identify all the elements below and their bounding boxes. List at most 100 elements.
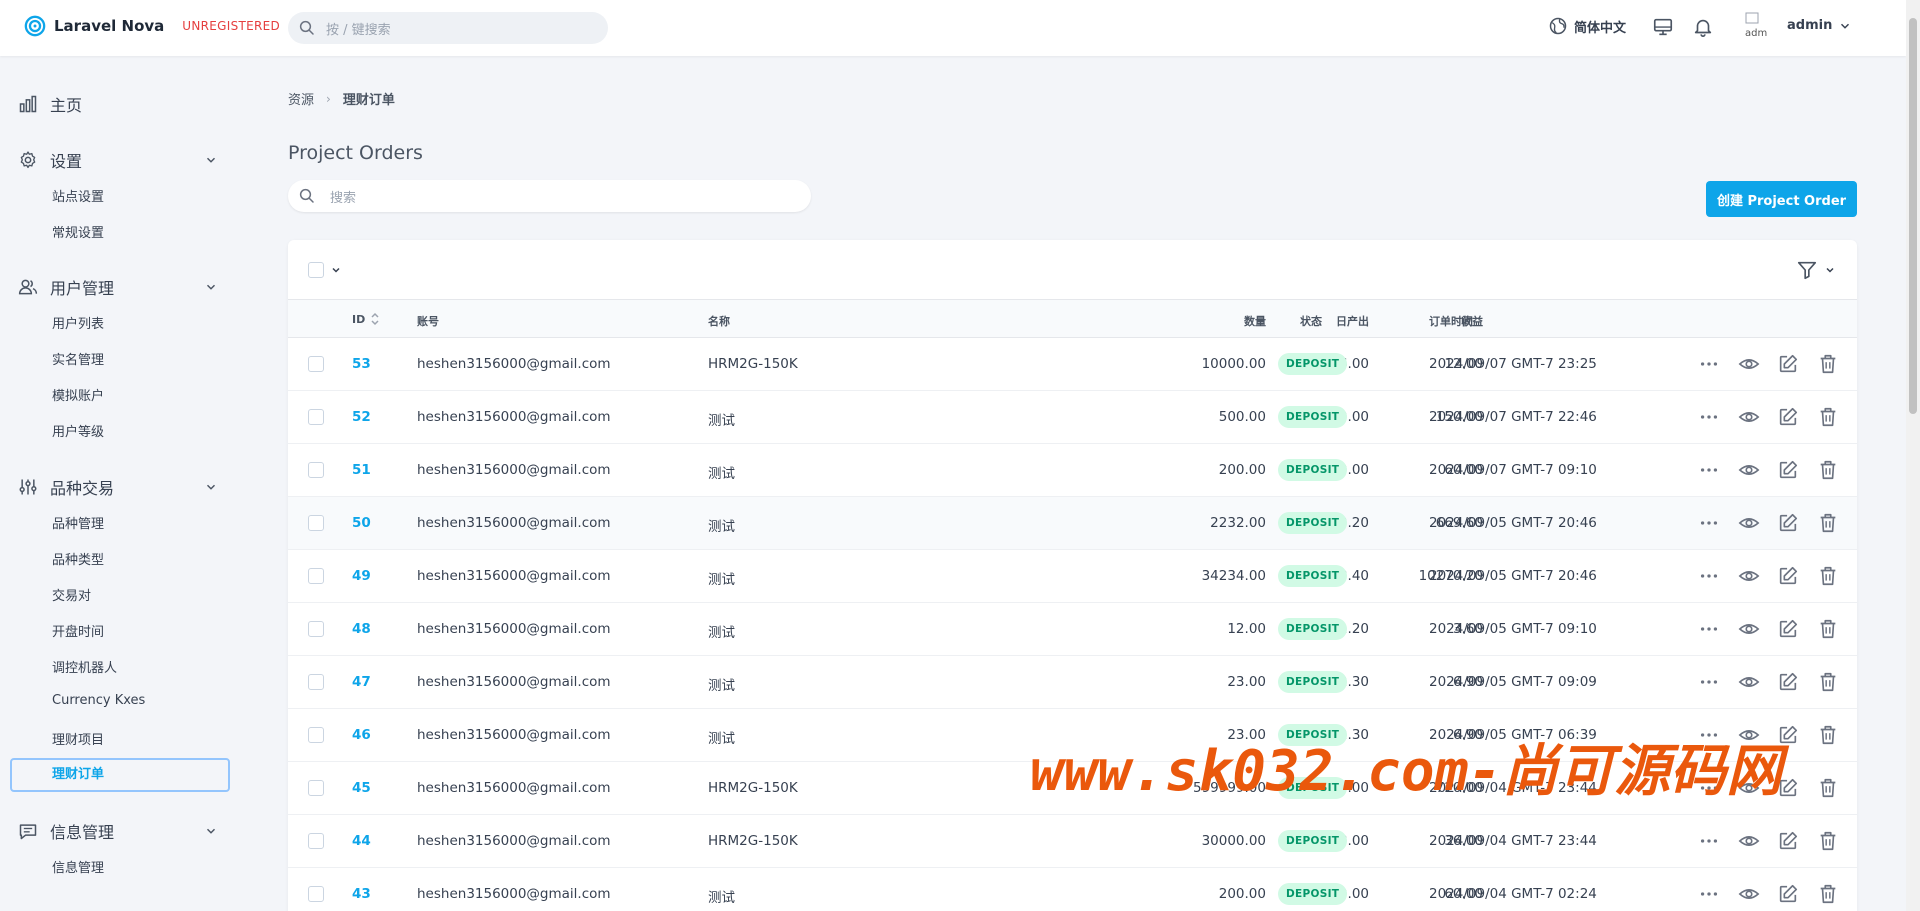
row-checkbox[interactable]	[308, 780, 324, 796]
delete-icon[interactable]	[1817, 830, 1839, 852]
more-actions-icon[interactable]	[1698, 565, 1720, 587]
view-icon[interactable]	[1738, 883, 1760, 905]
sidebar-item-general-settings[interactable]: 常规设置	[52, 222, 104, 241]
sidebar-group-messages[interactable]: 信息管理	[18, 819, 114, 843]
sidebar-item-real-name[interactable]: 实名管理	[52, 349, 104, 368]
delete-icon[interactable]	[1817, 724, 1839, 746]
sidebar-item-products[interactable]: 品种管理	[52, 513, 104, 532]
edit-icon[interactable]	[1777, 406, 1799, 428]
sidebar-item-trading-pairs[interactable]: 交易对	[52, 585, 91, 604]
delete-icon[interactable]	[1817, 883, 1839, 905]
row-checkbox[interactable]	[308, 409, 324, 425]
select-all-checkbox[interactable]	[308, 262, 324, 278]
delete-icon[interactable]	[1817, 459, 1839, 481]
global-search-input[interactable]: 按 / 键搜索	[288, 12, 608, 44]
sidebar-item-finance-projects[interactable]: 理财项目	[52, 729, 104, 748]
sidebar-group-settings[interactable]: 设置	[18, 148, 82, 172]
table-row[interactable]: 43 heshen3156000@gmail.com 测试 200.00 20.00 60…	[288, 868, 1857, 911]
edit-icon[interactable]	[1777, 830, 1799, 852]
filter-icon[interactable]	[1796, 259, 1818, 281]
user-menu[interactable]: admin	[1787, 18, 1852, 33]
table-row[interactable]: 53 heshen3156000@gmail.com HRM2G-150K 10000…	[288, 338, 1857, 391]
more-actions-icon[interactable]	[1698, 353, 1720, 375]
row-id-link[interactable]: 51	[352, 462, 371, 478]
edit-icon[interactable]	[1777, 883, 1799, 905]
more-actions-icon[interactable]	[1698, 512, 1720, 534]
view-icon[interactable]	[1738, 459, 1760, 481]
table-row[interactable]: 49heshen3156000@gmail.com测试34234.003423.…	[288, 550, 1857, 603]
row-checkbox[interactable]	[308, 568, 324, 584]
chevron-down-icon[interactable]	[204, 480, 218, 494]
sidebar-item-messages[interactable]: 信息管理	[52, 857, 104, 876]
sort-icon[interactable]	[370, 312, 380, 326]
sidebar-item-site-settings[interactable]: 站点设置	[52, 186, 104, 205]
table-row[interactable]: 51 heshen3156000@gmail.com 测试 200.00 20.00 60…	[288, 444, 1857, 497]
row-checkbox[interactable]	[308, 356, 324, 372]
sidebar-item-finance-orders[interactable]: 理财订单	[10, 758, 230, 792]
edit-icon[interactable]	[1777, 512, 1799, 534]
view-icon[interactable]	[1738, 406, 1760, 428]
table-row[interactable]: 47 heshen3156000@gmail.com 测试 23.00 2.30 6.90…	[288, 656, 1857, 709]
row-id-link[interactable]: 53	[352, 356, 371, 372]
edit-icon[interactable]	[1777, 565, 1799, 587]
chevron-down-icon[interactable]	[204, 153, 218, 167]
more-actions-icon[interactable]	[1698, 830, 1720, 852]
more-actions-icon[interactable]	[1698, 883, 1720, 905]
more-actions-icon[interactable]	[1698, 671, 1720, 693]
row-checkbox[interactable]	[308, 674, 324, 690]
edit-icon[interactable]	[1777, 459, 1799, 481]
view-icon[interactable]	[1738, 830, 1760, 852]
row-checkbox[interactable]	[308, 621, 324, 637]
more-actions-icon[interactable]	[1698, 459, 1720, 481]
row-id-link[interactable]: 46	[352, 727, 371, 743]
table-row[interactable]: 44 heshen3156000@gmail.com HRM2G-150K 30000…	[288, 815, 1857, 868]
view-icon[interactable]	[1738, 618, 1760, 640]
row-checkbox[interactable]	[308, 462, 324, 478]
edit-icon[interactable]	[1777, 618, 1799, 640]
column-header-id[interactable]: ID	[352, 313, 365, 326]
table-row[interactable]: 50heshen3156000@gmail.com测试2232.00223.20…	[288, 497, 1857, 550]
row-id-link[interactable]: 52	[352, 409, 371, 425]
more-actions-icon[interactable]	[1698, 406, 1720, 428]
delete-icon[interactable]	[1817, 565, 1839, 587]
row-id-link[interactable]: 44	[352, 833, 371, 849]
row-checkbox[interactable]	[308, 886, 324, 902]
bell-icon[interactable]	[1692, 16, 1714, 38]
scrollbar-thumb[interactable]	[1909, 18, 1917, 414]
row-id-link[interactable]: 48	[352, 621, 371, 637]
more-actions-icon[interactable]	[1698, 618, 1720, 640]
row-id-link[interactable]: 47	[352, 674, 371, 690]
chevron-down-icon[interactable]	[1824, 264, 1836, 276]
row-checkbox[interactable]	[308, 833, 324, 849]
sidebar-item-control-robot[interactable]: 调控机器人	[52, 657, 117, 676]
brand[interactable]: Laravel Nova UNREGISTERED	[24, 15, 280, 37]
resource-search-input[interactable]: 搜索	[288, 180, 811, 212]
monitor-icon[interactable]	[1652, 16, 1674, 38]
sidebar-item-currency-kxes[interactable]: Currency Kxes	[52, 693, 145, 708]
row-id-link[interactable]: 45	[352, 780, 371, 796]
row-checkbox[interactable]	[308, 727, 324, 743]
delete-icon[interactable]	[1817, 406, 1839, 428]
view-icon[interactable]	[1738, 671, 1760, 693]
delete-icon[interactable]	[1817, 671, 1839, 693]
sidebar-item-open-time[interactable]: 开盘时间	[52, 621, 104, 640]
chevron-down-icon[interactable]	[330, 264, 342, 276]
delete-icon[interactable]	[1817, 618, 1839, 640]
page-scrollbar[interactable]	[1906, 0, 1920, 911]
delete-icon[interactable]	[1817, 353, 1839, 375]
sidebar-item-user-list[interactable]: 用户列表	[52, 313, 104, 332]
sidebar-group-users[interactable]: 用户管理	[18, 275, 114, 299]
view-icon[interactable]	[1738, 565, 1760, 587]
avatar[interactable]: adm	[1745, 12, 1773, 44]
table-row[interactable]: 48 heshen3156000@gmail.com 测试 12.00 1.20 3.60…	[288, 603, 1857, 656]
sidebar-item-product-types[interactable]: 品种类型	[52, 549, 104, 568]
row-id-link[interactable]: 49	[352, 568, 371, 584]
sidebar-group-trading[interactable]: 品种交易	[18, 475, 114, 499]
sidebar-item-demo-accounts[interactable]: 模拟账户	[52, 385, 104, 404]
row-id-link[interactable]: 43	[352, 886, 371, 902]
breadcrumb-root[interactable]: 资源	[288, 89, 314, 108]
view-icon[interactable]	[1738, 353, 1760, 375]
sidebar-item-home[interactable]: 主页	[18, 92, 82, 116]
chevron-down-icon[interactable]	[204, 280, 218, 294]
view-icon[interactable]	[1738, 512, 1760, 534]
